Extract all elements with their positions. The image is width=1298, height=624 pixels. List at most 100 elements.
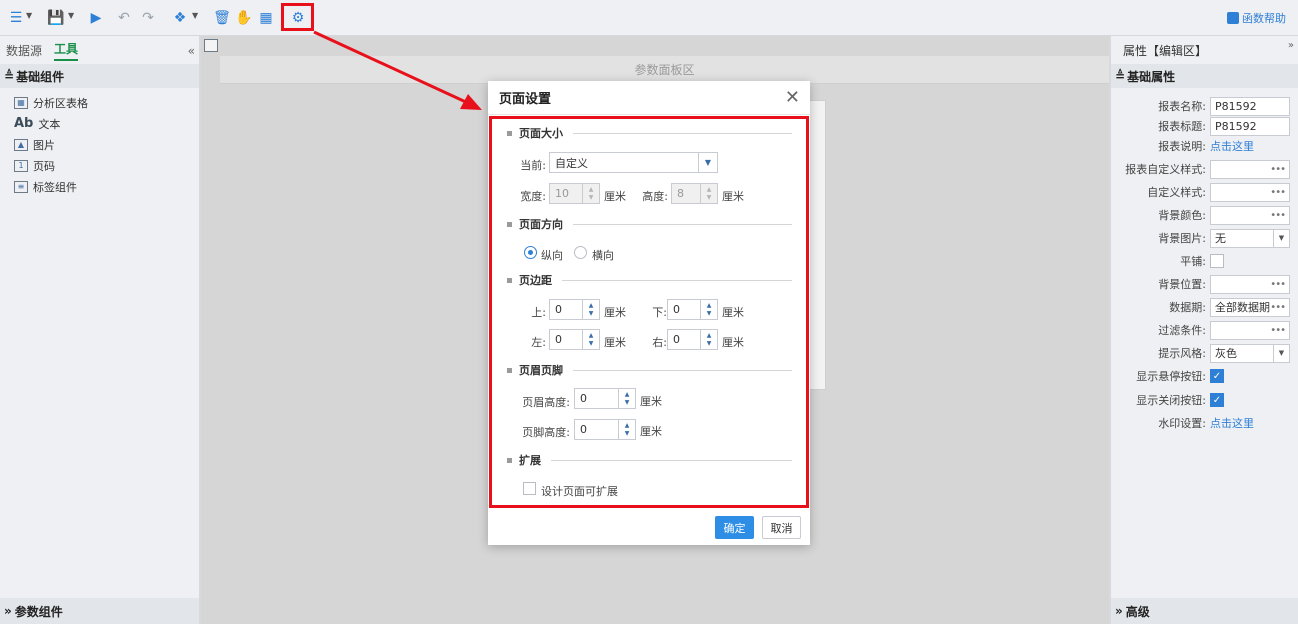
- property-label: 过滤条件:: [1158, 324, 1206, 337]
- format-painter-icon[interactable]: ❖: [170, 8, 190, 28]
- margin-bottom-unit: 厘米: [722, 306, 744, 319]
- stepper-arrows-icon[interactable]: ▲ ▼: [618, 420, 635, 439]
- header-height-unit: 厘米: [640, 395, 662, 408]
- component-tag[interactable]: ≡ 标签组件: [0, 176, 199, 197]
- stepper-arrows-icon[interactable]: ▲ ▼: [700, 330, 717, 349]
- more-dots-icon[interactable]: •••: [1270, 325, 1286, 336]
- margin-top-value: 0: [555, 303, 562, 316]
- expandable-label[interactable]: 设计页面可扩展: [541, 483, 618, 499]
- property-label: 报表说明:: [1158, 140, 1206, 153]
- property-row: 水印设置: 点击这里: [1111, 413, 1298, 433]
- stepper-arrows-icon[interactable]: ▲ ▼: [582, 330, 599, 349]
- stepper-arrows-icon[interactable]: ▲ ▼: [582, 184, 599, 203]
- portrait-radio[interactable]: [524, 246, 537, 259]
- undo-icon[interactable]: ↶: [114, 8, 134, 28]
- properties-title-bar: 属性【编辑区】 »: [1111, 36, 1298, 64]
- basic-components-header[interactable]: ≜ 基础组件: [0, 64, 199, 88]
- margin-left-value: 0: [555, 333, 562, 346]
- component-text[interactable]: Ab 文本: [0, 113, 199, 134]
- property-link[interactable]: 点击这里: [1210, 138, 1254, 154]
- basic-properties-title: 基础属性: [1127, 69, 1176, 84]
- param-components-header[interactable]: » 参数组件: [0, 598, 199, 624]
- property-row: 提示风格: 灰色 ▼: [1111, 343, 1298, 363]
- chevron-down-icon[interactable]: ▼: [1273, 344, 1289, 362]
- property-input[interactable]: 全部数据期 •••: [1210, 297, 1290, 317]
- width-stepper[interactable]: 10 ▲ ▼: [549, 183, 600, 204]
- margin-top-label: 上:: [531, 306, 546, 319]
- header-height-label: 页眉高度:: [522, 396, 570, 409]
- delete-icon[interactable]: 🗑: [212, 8, 232, 28]
- property-input[interactable]: •••: [1210, 274, 1290, 294]
- property-label: 平铺:: [1180, 255, 1206, 268]
- component-page-number[interactable]: 1 页码: [0, 155, 199, 176]
- more-dots-icon[interactable]: •••: [1270, 210, 1286, 221]
- margin-left-label: 左:: [531, 336, 546, 349]
- property-row: 数据期: 全部数据期 •••: [1111, 297, 1298, 317]
- property-input[interactable]: •••: [1210, 320, 1290, 340]
- advanced-header[interactable]: » 高级: [1111, 598, 1298, 624]
- hand-icon[interactable]: ✋: [234, 8, 254, 28]
- chevron-down-icon[interactable]: ▼: [698, 153, 717, 172]
- page-settings-icon[interactable]: ⚙: [288, 8, 308, 28]
- margin-top-stepper[interactable]: 0 ▲ ▼: [549, 299, 600, 320]
- canvas-grid-icon[interactable]: [204, 39, 218, 52]
- more-dots-icon[interactable]: •••: [1270, 302, 1286, 313]
- stepper-arrows-icon[interactable]: ▲ ▼: [700, 184, 717, 203]
- property-checkbox[interactable]: ✓: [1210, 393, 1224, 407]
- cancel-button[interactable]: 取消: [762, 516, 801, 539]
- expandable-checkbox[interactable]: [523, 482, 536, 495]
- component-analysis-table[interactable]: ▦ 分析区表格: [0, 92, 199, 113]
- chevron-down-icon[interactable]: ▼: [1273, 229, 1289, 247]
- play-icon[interactable]: ▶: [86, 8, 106, 28]
- landscape-radio[interactable]: [574, 246, 587, 259]
- property-input[interactable]: •••: [1210, 205, 1290, 225]
- menu-caret-icon[interactable]: ▼: [26, 11, 32, 20]
- collapse-left-icon[interactable]: «: [188, 44, 195, 58]
- format-caret-icon[interactable]: ▼: [192, 11, 198, 20]
- property-input[interactable]: P81592: [1210, 96, 1290, 116]
- margin-right-stepper[interactable]: 0 ▲ ▼: [667, 329, 718, 350]
- table-settings-icon[interactable]: ▦: [256, 8, 276, 28]
- portrait-label[interactable]: 纵向: [541, 247, 563, 263]
- property-select[interactable]: 灰色 ▼: [1210, 343, 1290, 363]
- property-checkbox[interactable]: [1210, 254, 1224, 268]
- more-dots-icon[interactable]: •••: [1270, 164, 1286, 175]
- component-image[interactable]: ▲ 图片: [0, 134, 199, 155]
- width-unit: 厘米: [604, 190, 626, 203]
- tab-datasource[interactable]: 数据源: [6, 42, 42, 59]
- save-caret-icon[interactable]: ▼: [68, 11, 74, 20]
- redo-icon[interactable]: ↷: [138, 8, 158, 28]
- property-select[interactable]: 无 ▼: [1210, 228, 1290, 248]
- stepper-arrows-icon[interactable]: ▲ ▼: [582, 300, 599, 319]
- property-input[interactable]: •••: [1210, 159, 1290, 179]
- param-panel-area[interactable]: 参数面板区: [220, 56, 1109, 84]
- margin-left-stepper[interactable]: 0 ▲ ▼: [549, 329, 600, 350]
- height-stepper[interactable]: 8 ▲ ▼: [671, 183, 718, 204]
- header-height-stepper[interactable]: 0 ▲ ▼: [574, 388, 636, 409]
- more-dots-icon[interactable]: •••: [1270, 187, 1286, 198]
- more-dots-icon[interactable]: •••: [1270, 279, 1286, 290]
- property-label: 背景图片:: [1158, 232, 1206, 245]
- property-checkbox[interactable]: ✓: [1210, 369, 1224, 383]
- property-value: 无: [1215, 232, 1226, 245]
- stepper-arrows-icon[interactable]: ▲ ▼: [618, 389, 635, 408]
- landscape-label[interactable]: 横向: [592, 247, 614, 263]
- stepper-arrows-icon[interactable]: ▲ ▼: [700, 300, 717, 319]
- expand-right-icon[interactable]: »: [1288, 40, 1294, 51]
- property-input[interactable]: P81592: [1210, 116, 1290, 136]
- property-input[interactable]: •••: [1210, 182, 1290, 202]
- tab-tools[interactable]: 工具: [54, 40, 79, 61]
- property-label: 自定义样式:: [1147, 186, 1206, 199]
- divider: [573, 132, 792, 134]
- margin-bottom-stepper[interactable]: 0 ▲ ▼: [667, 299, 718, 320]
- component-label: 图片: [33, 138, 55, 152]
- save-icon[interactable]: 💾: [46, 8, 66, 28]
- property-link[interactable]: 点击这里: [1210, 415, 1254, 431]
- function-help-button[interactable]: 函数帮助: [1227, 10, 1286, 26]
- ok-button[interactable]: 确定: [715, 516, 754, 539]
- page-size-select[interactable]: 自定义 ▼: [549, 152, 718, 173]
- basic-properties-header[interactable]: ≜ 基础属性: [1111, 64, 1298, 88]
- close-icon[interactable]: ✕: [785, 87, 800, 108]
- footer-height-stepper[interactable]: 0 ▲ ▼: [574, 419, 636, 440]
- menu-icon[interactable]: ☰: [6, 8, 26, 28]
